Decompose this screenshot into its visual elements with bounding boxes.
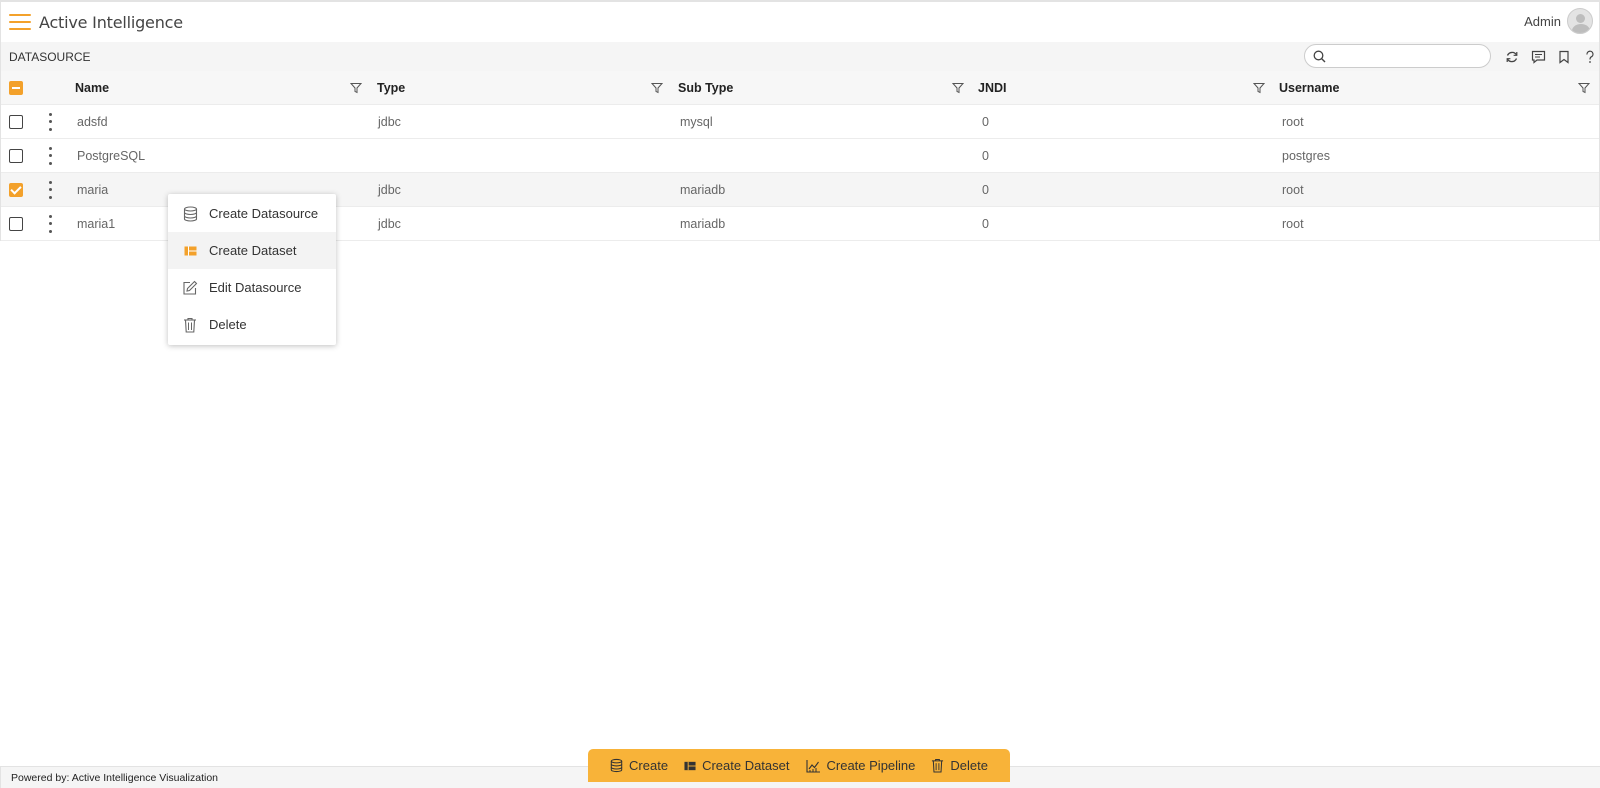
delete-button[interactable]: Delete bbox=[931, 758, 988, 773]
filter-icon[interactable] bbox=[1253, 82, 1265, 94]
menu-item-delete[interactable]: Delete bbox=[168, 306, 336, 343]
hamburger-menu-icon[interactable] bbox=[9, 14, 31, 30]
filter-icon[interactable] bbox=[350, 82, 362, 94]
create-button[interactable]: Create bbox=[610, 758, 668, 773]
cell-type: jdbc bbox=[378, 216, 401, 231]
page-title: DATASOURCE bbox=[9, 49, 91, 64]
database-icon bbox=[181, 205, 199, 223]
dataset-icon bbox=[181, 242, 199, 260]
cell-type: jdbc bbox=[378, 114, 401, 129]
bookmark-icon[interactable] bbox=[1551, 46, 1577, 68]
trash-icon bbox=[181, 316, 199, 334]
comment-icon[interactable] bbox=[1525, 46, 1551, 68]
row-context-menu: Create Datasource Create Dataset Edit Da… bbox=[168, 194, 336, 345]
more-options-icon[interactable] bbox=[47, 112, 53, 131]
search-icon bbox=[1313, 50, 1326, 62]
more-options-icon[interactable] bbox=[47, 214, 53, 233]
menu-item-label: Edit Datasource bbox=[209, 280, 302, 295]
cell-username: root bbox=[1282, 182, 1304, 197]
database-icon bbox=[610, 758, 623, 773]
cell-name: maria1 bbox=[77, 216, 116, 231]
column-header-jndi[interactable]: JNDI bbox=[978, 81, 1006, 95]
cell-username: root bbox=[1282, 216, 1304, 231]
row-checkbox[interactable] bbox=[9, 216, 23, 231]
column-header-username[interactable]: Username bbox=[1279, 81, 1339, 95]
cell-subtype: mysql bbox=[680, 114, 713, 129]
cell-username: root bbox=[1282, 114, 1304, 129]
table-header: Name Type Sub Type JNDI Username bbox=[1, 71, 1599, 105]
user-area[interactable]: Admin bbox=[1524, 8, 1593, 34]
menu-item-create-dataset[interactable]: Create Dataset bbox=[168, 232, 336, 269]
create-dataset-button[interactable]: Create Dataset bbox=[684, 758, 790, 773]
menu-item-create-datasource[interactable]: Create Datasource bbox=[168, 195, 336, 232]
cell-name: PostgreSQL bbox=[77, 148, 146, 163]
cell-subtype: mariadb bbox=[680, 216, 726, 231]
menu-item-label: Create Dataset bbox=[209, 243, 297, 258]
action-label: Create bbox=[629, 758, 669, 773]
column-header-name[interactable]: Name bbox=[75, 81, 109, 95]
table-row[interactable]: PostgreSQL 0 postgres bbox=[1, 139, 1599, 173]
search-box[interactable] bbox=[1304, 44, 1491, 68]
more-options-icon[interactable] bbox=[47, 146, 53, 165]
cell-type: jdbc bbox=[378, 182, 401, 197]
action-label: Delete bbox=[950, 758, 988, 773]
cell-jndi: 0 bbox=[982, 216, 989, 231]
cell-name: maria bbox=[77, 182, 109, 197]
cell-jndi: 0 bbox=[982, 114, 989, 129]
action-label: Create Dataset bbox=[702, 758, 790, 773]
edit-icon bbox=[181, 279, 199, 297]
filter-icon[interactable] bbox=[952, 82, 964, 94]
create-pipeline-button[interactable]: Create Pipeline bbox=[805, 758, 916, 773]
action-label: Create Pipeline bbox=[826, 758, 916, 773]
column-header-type[interactable]: Type bbox=[377, 81, 405, 95]
action-bar: Create Create Dataset Create Pipeline De… bbox=[588, 749, 1010, 782]
user-name[interactable]: Admin bbox=[1524, 14, 1561, 29]
help-icon[interactable] bbox=[1577, 46, 1600, 68]
more-options-icon[interactable] bbox=[47, 180, 53, 199]
row-checkbox[interactable] bbox=[9, 182, 23, 197]
table-row[interactable]: adsfd jdbc mysql 0 root bbox=[1, 105, 1599, 139]
menu-item-label: Delete bbox=[209, 317, 247, 332]
refresh-icon[interactable] bbox=[1499, 46, 1525, 68]
dataset-icon bbox=[684, 761, 696, 771]
row-checkbox[interactable] bbox=[9, 148, 23, 163]
row-checkbox[interactable] bbox=[9, 114, 23, 129]
avatar[interactable] bbox=[1567, 8, 1593, 34]
cell-jndi: 0 bbox=[982, 148, 989, 163]
filter-icon[interactable] bbox=[651, 82, 663, 94]
menu-item-label: Create Datasource bbox=[209, 206, 319, 221]
app-title: Active Intelligence bbox=[39, 12, 183, 32]
select-all-checkbox[interactable] bbox=[9, 80, 23, 95]
cell-subtype: mariadb bbox=[680, 182, 726, 197]
cell-username: postgres bbox=[1282, 148, 1330, 163]
toolbar-icons bbox=[1499, 46, 1600, 68]
cell-jndi: 0 bbox=[982, 182, 989, 197]
filter-icon[interactable] bbox=[1578, 82, 1590, 94]
pipeline-icon bbox=[805, 759, 821, 773]
menu-item-edit-datasource[interactable]: Edit Datasource bbox=[168, 269, 336, 306]
section-bar: DATASOURCE bbox=[0, 42, 1600, 71]
column-header-subtype[interactable]: Sub Type bbox=[678, 81, 733, 95]
cell-name: adsfd bbox=[77, 114, 108, 129]
search-input[interactable] bbox=[1332, 49, 1482, 63]
trash-icon bbox=[931, 758, 944, 773]
top-bar: Active Intelligence Admin bbox=[0, 0, 1600, 42]
